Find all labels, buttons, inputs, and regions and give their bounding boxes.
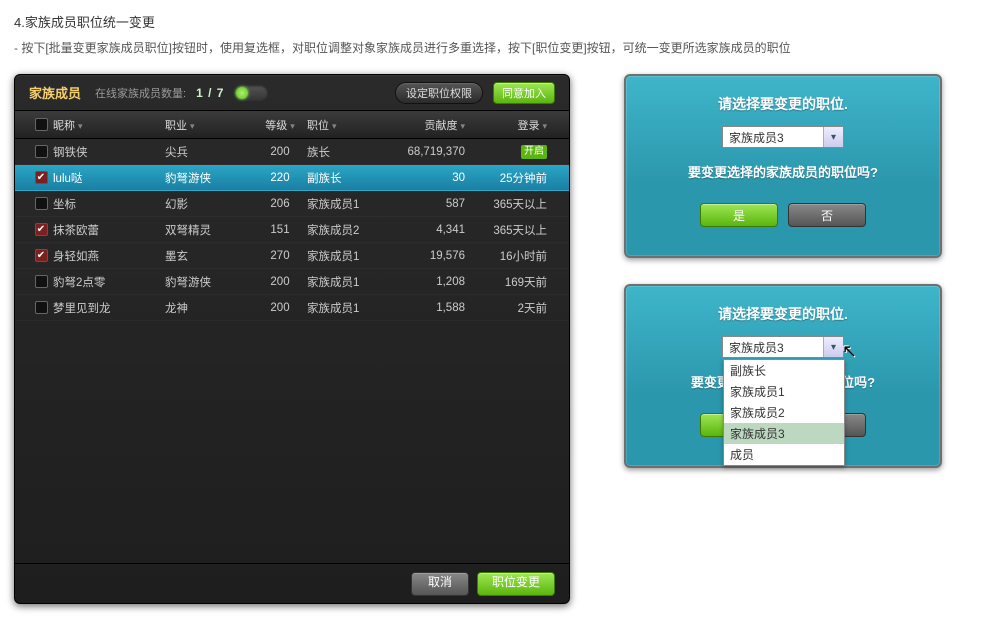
cell-contrib: 4,341 (389, 224, 477, 236)
dialog-message: 要变更选择的家族成员的职位吗? (626, 162, 940, 181)
cell-nick: lulu哒 (53, 170, 165, 186)
select-all-checkbox[interactable] (35, 118, 48, 131)
dialog-title: 请选择要变更的职位. (626, 94, 940, 114)
rank-select-value: 家族成员3 (729, 129, 784, 146)
row-checkbox[interactable]: ✔ (35, 249, 48, 262)
table-row[interactable]: ✔ 身轻如燕墨玄270家族成员119,57616小时前 (15, 243, 569, 269)
cell-nick: 豹弩2点零 (53, 274, 165, 290)
col-rank[interactable]: 职位▾ (307, 117, 389, 133)
dropdown-option[interactable]: 家族成员2 (724, 402, 844, 423)
cell-rank: 族长 (307, 144, 389, 160)
cell-job: 龙神 (165, 300, 253, 316)
online-label: 在线家族成员数量: (95, 85, 186, 101)
agree-join-button[interactable]: 同意加入 (493, 82, 555, 104)
cell-job: 豹弩游侠 (165, 274, 253, 290)
cell-rank: 家族成员1 (307, 248, 389, 264)
cell-nick: 抹茶欧蕾 (53, 222, 165, 238)
cell-nick: 坐标 (53, 196, 165, 212)
cell-login: 开启 (477, 145, 547, 159)
row-checkbox[interactable] (35, 301, 48, 314)
row-checkbox[interactable] (35, 197, 48, 210)
cell-contrib: 587 (389, 198, 477, 210)
panel-header: 家族成员 在线家族成员数量: 1 / 7 设定职位权限 同意加入 (15, 75, 569, 111)
online-toggle[interactable] (234, 85, 268, 101)
table-header: 昵称▾ 职业▾ 等级▾ 职位▾ 贡献度▾ 登录▾ (15, 111, 569, 139)
col-login[interactable]: 登录▾ (477, 117, 547, 133)
cell-rank: 副族长 (307, 170, 389, 186)
dropdown-option[interactable]: 家族成员3 (724, 423, 844, 444)
cell-login: 365天以上 (477, 222, 547, 238)
cell-level: 270 (253, 250, 307, 262)
cell-rank: 家族成员1 (307, 196, 389, 212)
yes-button[interactable]: 是 (700, 203, 778, 227)
cell-contrib: 30 (389, 172, 477, 184)
dropdown-option[interactable]: 副族长 (724, 360, 844, 381)
col-level[interactable]: 等级▾ (253, 117, 307, 133)
row-checkbox[interactable] (35, 275, 48, 288)
cell-login: 16小时前 (477, 248, 547, 264)
online-count: 1 / 7 (196, 86, 224, 100)
table-row[interactable]: 豹弩2点零豹弩游侠200家族成员11,208169天前 (15, 269, 569, 295)
cell-nick: 身轻如燕 (53, 248, 165, 264)
cell-login: 2天前 (477, 300, 547, 316)
row-checkbox[interactable]: ✔ (35, 171, 48, 184)
online-badge: 开启 (521, 145, 547, 159)
cell-rank: 家族成员1 (307, 300, 389, 316)
row-checkbox[interactable] (35, 145, 48, 158)
guild-members-panel: 家族成员 在线家族成员数量: 1 / 7 设定职位权限 同意加入 昵称▾ 职业▾… (14, 74, 570, 604)
table-row[interactable]: 梦里见到龙龙神200家族成员11,5882天前 (15, 295, 569, 321)
table-row[interactable]: 钢铁侠尖兵200族长68,719,370 开启 (15, 139, 569, 165)
no-button[interactable]: 否 (788, 203, 866, 227)
rank-select[interactable]: 家族成员3 ▾ (722, 126, 844, 148)
doc-desc: - 按下[批量变更家族成员职位]按钮时，使用复选框，对职位调整对象家族成员进行多… (14, 39, 969, 56)
cell-level: 151 (253, 224, 307, 236)
chevron-down-icon[interactable]: ▾ (823, 127, 843, 147)
cell-nick: 钢铁侠 (53, 144, 165, 160)
chevron-down-icon[interactable]: ▾ (823, 337, 843, 357)
cell-job: 墨玄 (165, 248, 253, 264)
table-row[interactable]: 坐标幻影206家族成员1587365天以上 (15, 191, 569, 217)
cell-level: 220 (253, 172, 307, 184)
cell-rank: 家族成员2 (307, 222, 389, 238)
rank-dropdown-list[interactable]: 副族长家族成员1家族成员2家族成员3成员 (723, 359, 845, 466)
sort-icon: ▾ (78, 121, 83, 131)
cell-level: 200 (253, 276, 307, 288)
cell-job: 双弩精灵 (165, 222, 253, 238)
cell-level: 200 (253, 302, 307, 314)
cell-job: 尖兵 (165, 144, 253, 160)
doc-heading: 4.家族成员职位统一变更 (14, 12, 969, 31)
cell-contrib: 19,576 (389, 250, 477, 262)
dialog-title: 请选择要变更的职位. (626, 304, 940, 324)
cancel-button[interactable]: 取消 (411, 572, 469, 596)
cell-job: 幻影 (165, 196, 253, 212)
cell-contrib: 68,719,370 (389, 146, 477, 158)
panel-footer: 取消 职位变更 (15, 563, 569, 603)
col-job[interactable]: 职业▾ (165, 117, 253, 133)
cell-level: 200 (253, 146, 307, 158)
cell-level: 206 (253, 198, 307, 210)
rank-select-value: 家族成员3 (729, 339, 784, 356)
confirm-dialog-expanded: 请选择要变更的职位. 家族成员3 ▾ 副族长家族成员1家族成员2家族成员3成员 … (624, 284, 942, 468)
panel-title: 家族成员 (29, 83, 81, 102)
col-contrib[interactable]: 贡献度▾ (389, 117, 477, 133)
cell-nick: 梦里见到龙 (53, 300, 165, 316)
table-row[interactable]: ✔ 抹茶欧蕾双弩精灵151家族成员24,341365天以上 (15, 217, 569, 243)
table-row[interactable]: ✔ lulu哒豹弩游侠220副族长3025分钟前 (15, 165, 569, 191)
confirm-dialog-collapsed: 请选择要变更的职位. 家族成员3 ▾ 要变更选择的家族成员的职位吗? 是 否 (624, 74, 942, 258)
cell-contrib: 1,588 (389, 302, 477, 314)
rank-select[interactable]: 家族成员3 ▾ 副族长家族成员1家族成员2家族成员3成员 ↖ (722, 336, 844, 358)
row-checkbox[interactable]: ✔ (35, 223, 48, 236)
col-nick[interactable]: 昵称▾ (53, 117, 165, 133)
cell-login: 365天以上 (477, 196, 547, 212)
cell-login: 169天前 (477, 274, 547, 290)
cell-rank: 家族成员1 (307, 274, 389, 290)
set-rank-permission-button[interactable]: 设定职位权限 (395, 82, 483, 104)
dropdown-option[interactable]: 家族成员1 (724, 381, 844, 402)
change-rank-button[interactable]: 职位变更 (477, 572, 555, 596)
dropdown-option[interactable]: 成员 (724, 444, 844, 465)
cell-contrib: 1,208 (389, 276, 477, 288)
cell-login: 25分钟前 (477, 170, 547, 186)
table-body: 钢铁侠尖兵200族长68,719,370开启✔lulu哒豹弩游侠220副族长30… (15, 139, 569, 563)
cell-job: 豹弩游侠 (165, 170, 253, 186)
